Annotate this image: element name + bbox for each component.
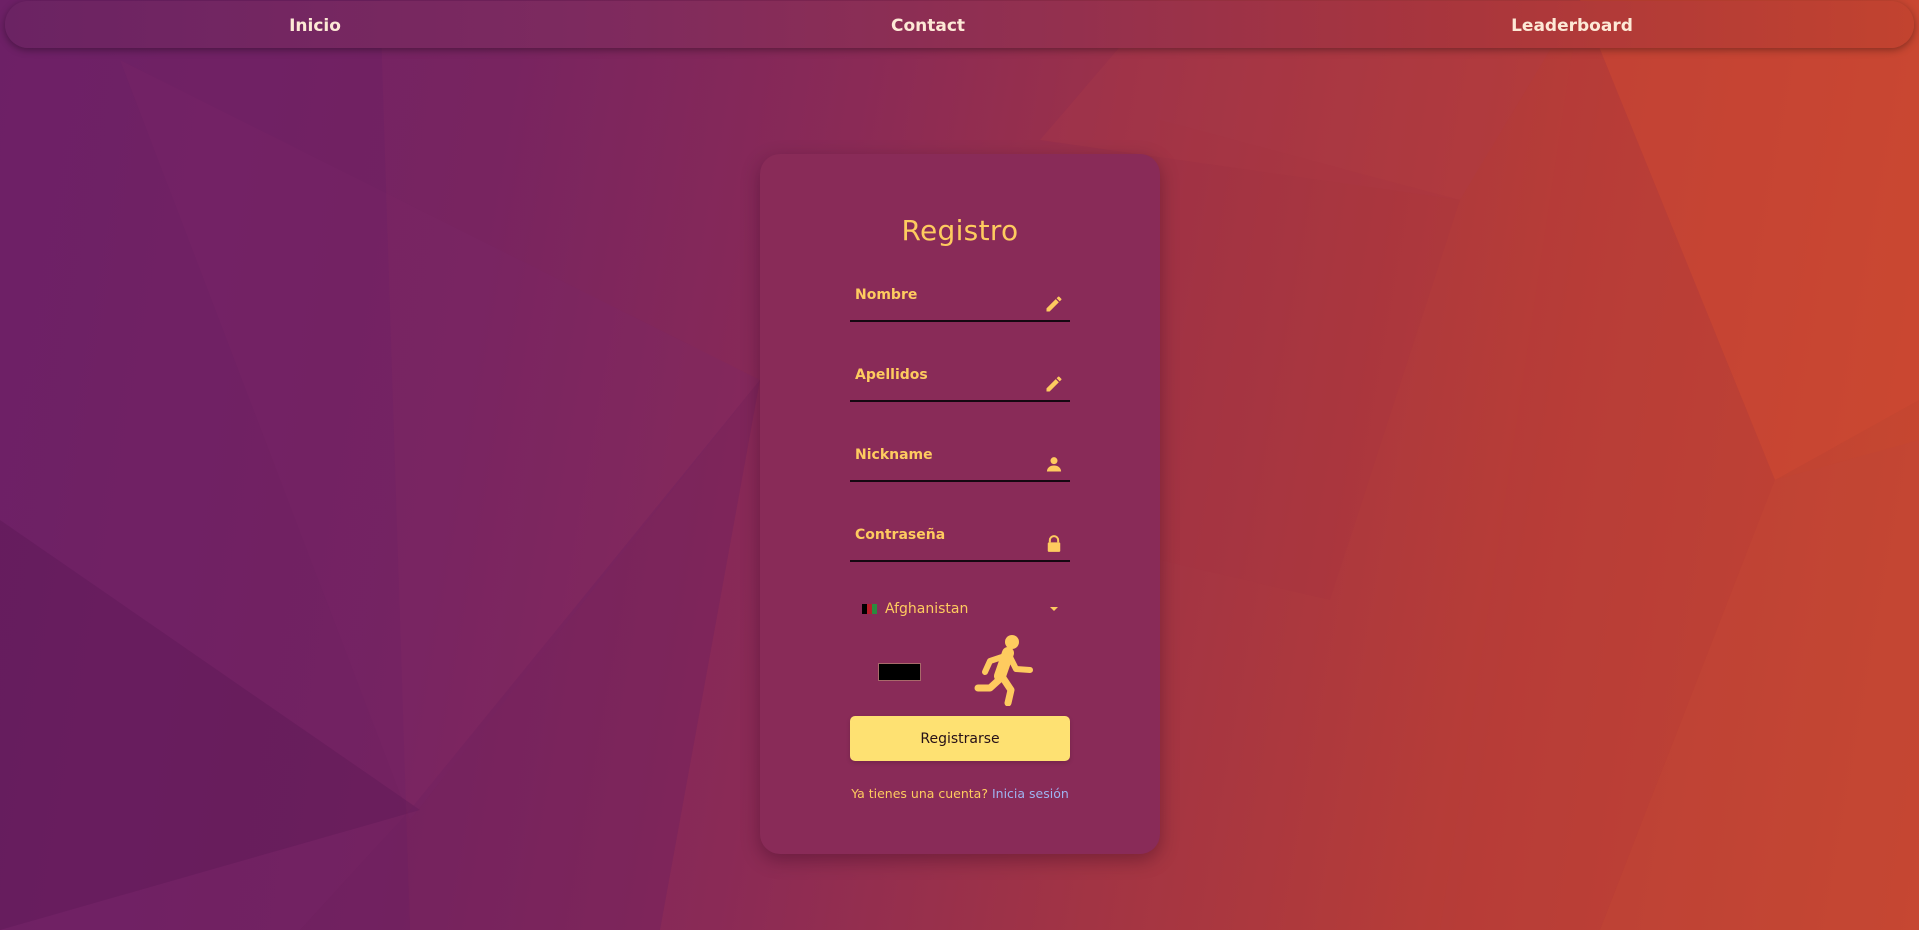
country-select[interactable]: Afghanistan bbox=[850, 593, 1070, 623]
password-input[interactable] bbox=[850, 518, 1070, 562]
top-navbar: Inicio Contact Leaderboard bbox=[5, 1, 1914, 48]
nickname-field-group bbox=[850, 438, 1070, 484]
pencil-icon bbox=[1046, 376, 1062, 392]
nickname-input[interactable] bbox=[850, 438, 1070, 482]
register-button[interactable]: Registrarse bbox=[850, 716, 1070, 761]
color-picker-input[interactable] bbox=[878, 663, 921, 681]
chevron-down-icon bbox=[1050, 607, 1058, 611]
nombre-input[interactable] bbox=[850, 278, 1070, 322]
register-title: Registro bbox=[901, 214, 1019, 247]
apellidos-input[interactable] bbox=[850, 358, 1070, 402]
nav-leaderboard-link[interactable]: Leaderboard bbox=[1511, 1, 1633, 48]
running-man-icon bbox=[974, 635, 1033, 706]
apellidos-field-group bbox=[850, 358, 1070, 404]
afghanistan-flag-icon bbox=[862, 604, 877, 614]
register-card: Registro Afghanistan bbox=[760, 154, 1160, 854]
login-link[interactable]: Inicia sesión bbox=[992, 786, 1069, 801]
password-field-group bbox=[850, 518, 1070, 564]
nav-inicio-link[interactable]: Inicio bbox=[289, 1, 341, 48]
lock-icon bbox=[1047, 535, 1061, 552]
nav-contact-link[interactable]: Contact bbox=[891, 1, 965, 48]
user-icon bbox=[1046, 457, 1062, 472]
nombre-field-group bbox=[850, 278, 1070, 324]
pencil-icon bbox=[1046, 296, 1062, 312]
country-selected-label: Afghanistan bbox=[885, 601, 969, 617]
login-prompt-text: Ya tienes una cuenta? bbox=[851, 786, 988, 801]
login-prompt: Ya tienes una cuenta? Inicia sesión bbox=[760, 786, 1160, 801]
